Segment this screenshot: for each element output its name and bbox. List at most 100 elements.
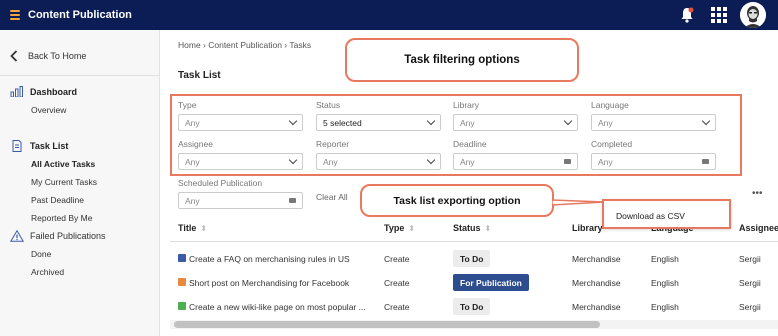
- row-language: English: [651, 302, 679, 312]
- filter-reporter: Reporter Any: [316, 139, 441, 170]
- table-row[interactable]: Create a new wiki-like page on most popu…: [170, 295, 778, 319]
- filter-language-select[interactable]: Any: [591, 114, 716, 131]
- table-row[interactable]: Create a FAQ on merchanising rules in US…: [170, 247, 778, 271]
- filter-type-value: Any: [185, 117, 200, 128]
- sidebar-item-all-active-tasks[interactable]: All Active Tasks: [31, 159, 95, 169]
- sort-icon: ⬍: [408, 223, 416, 233]
- row-title[interactable]: Create a FAQ on merchanising rules in US: [189, 254, 350, 264]
- column-header-type-label: Type: [384, 223, 405, 233]
- chevron-down-icon: [288, 116, 298, 126]
- page-title: Task List: [178, 70, 221, 81]
- chevron-down-icon: [563, 116, 573, 126]
- chevron-down-icon: [701, 116, 711, 126]
- filter-completed-label: Completed: [591, 139, 633, 149]
- back-to-home-label: Back To Home: [28, 51, 87, 61]
- row-library: Merchandise: [572, 302, 621, 312]
- callout-filtering-options: Task filtering options: [345, 38, 579, 82]
- sidebar-item-done[interactable]: Done: [31, 249, 51, 259]
- bar-chart-icon: [10, 86, 23, 97]
- horizontal-scrollbar[interactable]: [170, 320, 778, 329]
- apps-grid-icon[interactable]: [711, 7, 727, 23]
- filter-completed-date[interactable]: Any: [591, 153, 716, 170]
- row-library: Merchandise: [572, 278, 621, 288]
- column-header-library-label: Library: [572, 223, 603, 233]
- notification-bell-icon[interactable]: [680, 7, 694, 23]
- sidebar-dashboard-label: Dashboard: [30, 86, 78, 97]
- sidebar-section-task-list[interactable]: Task List: [10, 140, 68, 152]
- row-assignee: Sergii: [739, 278, 761, 288]
- more-options-icon[interactable]: •••: [752, 188, 763, 199]
- sidebar-item-reported-by-me[interactable]: Reported By Me: [31, 213, 92, 223]
- sidebar-failed-publications-label: Failed Publications: [30, 231, 106, 241]
- filter-language-label: Language: [591, 100, 629, 110]
- filter-completed: Completed Any: [591, 139, 716, 170]
- calendar-icon: [702, 159, 709, 164]
- column-header-title[interactable]: Title ⬍: [178, 223, 207, 233]
- sort-icon: ⬍: [484, 223, 492, 233]
- column-header-status[interactable]: Status ⬍: [453, 223, 491, 233]
- filter-library-select[interactable]: Any: [453, 114, 578, 131]
- sidebar-divider: [0, 75, 160, 76]
- filter-status-select[interactable]: 5 selected: [316, 114, 441, 131]
- row-assignee: Sergii: [739, 302, 761, 312]
- row-assignee: Sergii: [739, 254, 761, 264]
- column-header-library[interactable]: Library: [572, 223, 603, 233]
- filter-status: Status 5 selected: [316, 100, 441, 131]
- calendar-icon: [289, 198, 296, 203]
- row-title[interactable]: Short post on Merchandising for Facebook: [189, 278, 349, 288]
- table-header-divider: [170, 241, 778, 242]
- status-badge: For Publication: [453, 274, 529, 291]
- filter-assignee-select[interactable]: Any: [178, 153, 303, 170]
- column-header-assignee-label: Assignee: [739, 223, 778, 233]
- row-language: English: [651, 254, 679, 264]
- sidebar-section-dashboard[interactable]: Dashboard: [10, 86, 77, 97]
- sidebar-item-my-current-tasks[interactable]: My Current Tasks: [31, 177, 97, 187]
- filter-deadline-date[interactable]: Any: [453, 153, 578, 170]
- status-badge: To Do: [453, 250, 491, 267]
- task-type-icon: [178, 278, 186, 286]
- column-header-type[interactable]: Type ⬍: [384, 223, 415, 233]
- filter-status-label: Status: [316, 100, 341, 110]
- filter-language-value: Any: [598, 117, 613, 128]
- sidebar-section-failed-publications[interactable]: Failed Publications: [10, 230, 106, 242]
- filter-scheduled-publication-label: Scheduled Publication: [178, 178, 263, 188]
- row-library: Merchandise: [572, 254, 621, 264]
- filter-reporter-value: Any: [323, 156, 338, 167]
- row-title[interactable]: Create a new wiki-like page on most popu…: [189, 302, 366, 312]
- sidebar-item-past-deadline[interactable]: Past Deadline: [31, 195, 84, 205]
- download-csv-menu-item[interactable]: Download as CSV: [616, 211, 685, 221]
- clear-all-button[interactable]: Clear All: [316, 192, 348, 202]
- breadcrumb[interactable]: Home › Content Publication › Tasks: [178, 40, 311, 50]
- column-header-title-label: Title: [178, 223, 197, 233]
- task-type-icon: [178, 254, 186, 262]
- table-row[interactable]: Short post on Merchandising for Facebook…: [170, 271, 778, 295]
- filter-library-value: Any: [460, 117, 475, 128]
- scrollbar-thumb[interactable]: [174, 321, 600, 328]
- filter-completed-value: Any: [598, 156, 613, 167]
- filter-scheduled-publication-date[interactable]: Any: [178, 192, 303, 209]
- filter-assignee: Assignee Any: [178, 139, 303, 170]
- column-header-assignee[interactable]: Assignee: [739, 223, 778, 233]
- callout-arrow: [552, 199, 604, 206]
- filter-deadline-value: Any: [460, 156, 475, 167]
- calendar-icon: [564, 159, 571, 164]
- row-type: Create: [384, 302, 410, 312]
- sidebar-item-archived[interactable]: Archived: [31, 267, 64, 277]
- chevron-down-icon: [426, 155, 436, 165]
- row-type: Create: [384, 278, 410, 288]
- filter-language: Language Any: [591, 100, 716, 131]
- filter-type-select[interactable]: Any: [178, 114, 303, 131]
- hamburger-menu-icon[interactable]: [10, 10, 20, 20]
- back-to-home-link[interactable]: Back To Home: [10, 50, 86, 62]
- callout-exporting-option: Task list exporting option: [360, 184, 554, 217]
- row-language: English: [651, 278, 679, 288]
- filter-type: Type Any: [178, 100, 303, 131]
- filter-reporter-select[interactable]: Any: [316, 153, 441, 170]
- sidebar-item-overview[interactable]: Overview: [31, 105, 66, 115]
- chevron-down-icon: [288, 155, 298, 165]
- warning-icon: [10, 230, 24, 242]
- top-bar: Content Publication: [0, 0, 778, 30]
- filter-deadline-label: Deadline: [453, 139, 487, 149]
- filter-reporter-label: Reporter: [316, 139, 350, 149]
- user-avatar[interactable]: [740, 2, 766, 28]
